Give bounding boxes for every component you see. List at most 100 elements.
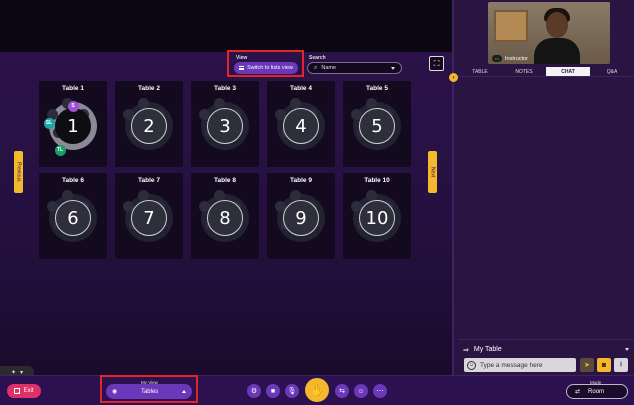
seat[interactable] <box>214 189 225 201</box>
reactions-button[interactable]: ☺ <box>354 384 368 398</box>
table-number: 6 <box>55 200 91 236</box>
raise-hand-button[interactable]: ✋ <box>305 378 329 402</box>
table-name: Table 9 <box>290 177 312 184</box>
send-icon: ➤ <box>584 362 590 369</box>
tab-qa[interactable]: Q&A <box>590 67 634 77</box>
table-name: Table 10 <box>364 177 390 184</box>
gear-icon: ⚙ <box>250 388 258 395</box>
video-name: Instructor <box>505 55 528 62</box>
more-icon: ⋯ <box>376 388 384 395</box>
microphone-icon: 🎙 <box>287 388 297 395</box>
table-number: 5 <box>359 108 395 144</box>
person-face <box>546 12 568 38</box>
table-name: Table 4 <box>290 85 312 92</box>
table-number: 9 <box>283 200 319 236</box>
panel-tabs: TABLE NOTES CHAT Q&A <box>458 67 634 77</box>
mode-select[interactable]: ⇄ Room <box>566 384 628 399</box>
chat-scope-value: My Table <box>473 346 502 353</box>
participant-avatar[interactable]: TL <box>54 144 66 156</box>
microphone-button[interactable]: 🎙 <box>285 384 299 398</box>
exit-label: Exit <box>23 388 34 394</box>
tab-table[interactable]: TABLE <box>458 67 502 77</box>
seat[interactable] <box>62 189 73 201</box>
table-number: 2 <box>131 108 167 144</box>
next-label: Next <box>429 166 436 178</box>
table-name: Table 1 <box>62 85 84 92</box>
emoji-icon[interactable]: ☺ <box>467 360 476 370</box>
table-card[interactable]: Table 9 9 <box>267 173 335 259</box>
chat-scope-select[interactable]: ⇒ My Table <box>463 344 629 355</box>
table-card[interactable]: Table 7 7 <box>115 173 183 259</box>
highlight-box-view <box>227 50 304 77</box>
table-number: 4 <box>283 108 319 144</box>
seat[interactable] <box>290 97 301 109</box>
seat[interactable] <box>138 97 149 109</box>
table-number: 3 <box>207 108 243 144</box>
chat-footer: ⇒ My Table ☺ Type a message here ➤ ◙ ⭳ <box>458 339 634 375</box>
table-number: 8 <box>207 200 243 236</box>
search-label: Search <box>309 55 326 61</box>
table-card[interactable]: Table 3 3 <box>191 81 259 167</box>
table-card[interactable]: Table 8 8 <box>191 173 259 259</box>
app-root: View Switch to lists view Search ⌕ Name … <box>0 0 634 405</box>
previous-button[interactable]: Previous <box>14 151 23 193</box>
search-select[interactable]: ⌕ Name <box>307 62 402 74</box>
highlight-box-my-view <box>100 375 198 403</box>
camera-button[interactable]: ◙ <box>597 358 611 372</box>
table-number: 1 <box>55 108 91 144</box>
chat-placeholder: Type a message here <box>480 361 543 369</box>
table-name: Table 6 <box>62 177 84 184</box>
share-button[interactable]: ⇆ <box>335 384 349 398</box>
arrows-icon: ⇒ <box>463 346 469 354</box>
table-name: Table 8 <box>214 177 236 184</box>
table-card[interactable]: Table 4 4 <box>267 81 335 167</box>
mode-icon: ⇄ <box>575 389 581 395</box>
table-number: 10 <box>359 200 395 236</box>
mode-value: Room <box>588 388 605 395</box>
exit-button[interactable]: → Exit <box>7 384 41 398</box>
chat-message-input[interactable]: ☺ Type a message here <box>464 358 576 372</box>
seat[interactable] <box>138 189 149 201</box>
send-button[interactable]: ➤ <box>580 358 594 372</box>
settings-button[interactable]: ⚙ <box>247 384 261 398</box>
table-card[interactable]: Table 10 10 <box>343 173 411 259</box>
fullscreen-icon: ⛶ <box>433 58 440 68</box>
top-band <box>0 0 452 52</box>
fullscreen-button[interactable]: ⛶ <box>429 56 444 71</box>
table-number: 7 <box>131 200 167 236</box>
table-name: Table 3 <box>214 85 236 92</box>
smile-icon: ☺ <box>357 387 365 395</box>
download-icon: ⭳ <box>619 360 623 368</box>
search-icon: ⌕ <box>314 64 318 71</box>
previous-label: Previous <box>15 162 22 182</box>
tab-chat[interactable]: CHAT <box>546 67 590 77</box>
share-icon: ⇆ <box>339 388 345 395</box>
participant-avatar[interactable]: SL <box>43 117 55 129</box>
table-card[interactable]: Table 6 6 <box>39 173 107 259</box>
table-name: Table 5 <box>366 85 388 92</box>
seat[interactable] <box>290 189 301 201</box>
table-card[interactable]: Table 2 2 <box>115 81 183 167</box>
participant-avatar[interactable]: S <box>67 100 79 112</box>
hand-icon: ✋ <box>309 383 325 397</box>
video-name-tag: ••• Instructor <box>492 55 528 62</box>
download-button[interactable]: ⭳ <box>614 358 628 372</box>
collapse-panel-button[interactable]: › <box>449 73 458 82</box>
camera-toggle-button[interactable]: ■ <box>266 384 280 398</box>
video-camera-icon: ■ <box>270 387 276 395</box>
table-card[interactable]: Table 1 1 S SL TL <box>39 81 107 167</box>
chat-messages <box>458 77 634 339</box>
next-button[interactable]: Next <box>428 151 437 193</box>
table-card[interactable]: Table 5 5 <box>343 81 411 167</box>
tab-notes[interactable]: NOTES <box>502 67 546 77</box>
table-name: Table 7 <box>138 177 160 184</box>
audio-level-icon: ••• <box>492 55 502 62</box>
table-name: Table 2 <box>138 85 160 92</box>
more-button[interactable]: ⋯ <box>373 384 387 398</box>
instructor-video: ••• Instructor <box>488 2 610 64</box>
seat[interactable] <box>214 97 225 109</box>
seat[interactable] <box>366 97 377 109</box>
camera-icon: ◙ <box>601 361 607 369</box>
exit-icon: → <box>14 388 21 394</box>
seat[interactable] <box>366 189 377 201</box>
